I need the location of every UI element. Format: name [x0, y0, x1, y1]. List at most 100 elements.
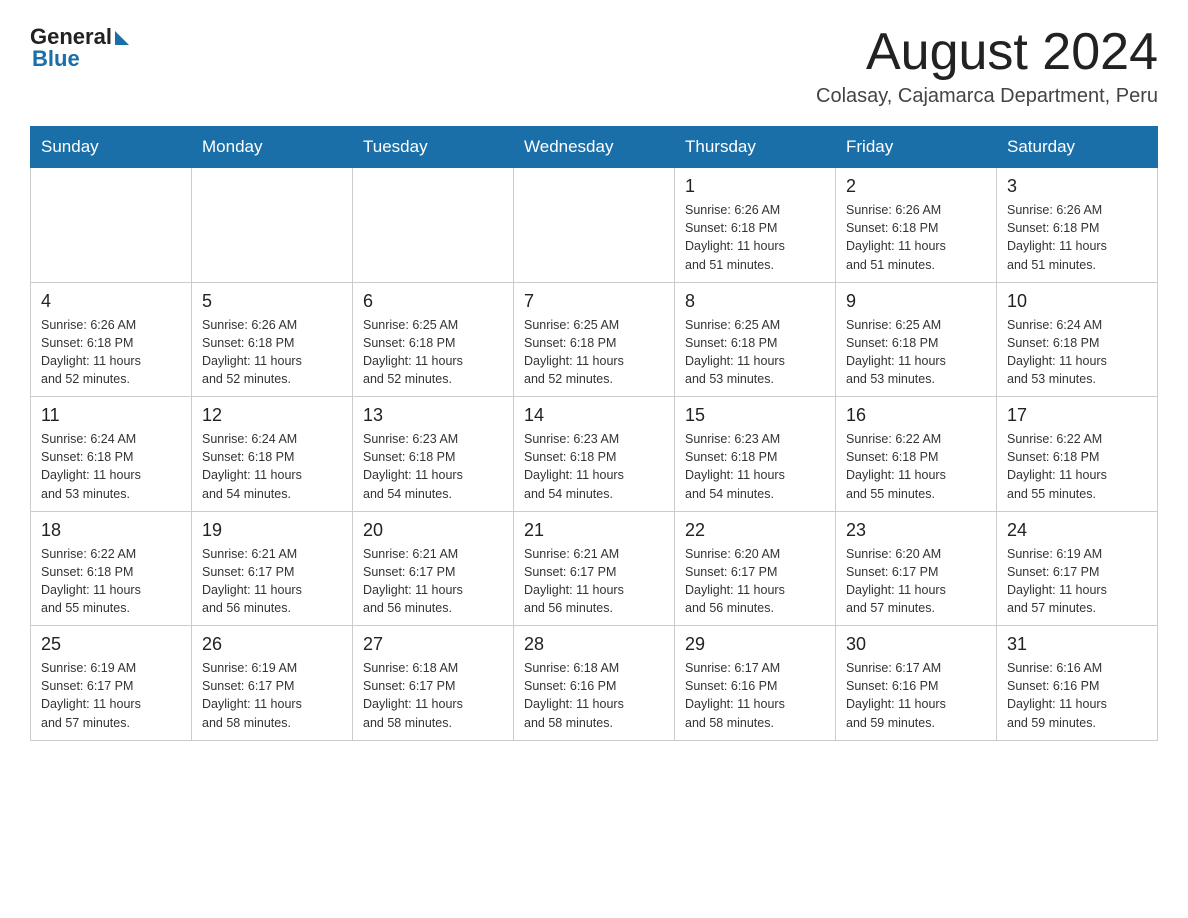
calendar-week-1: 1 Sunrise: 6:26 AMSunset: 6:18 PMDaylight… — [31, 168, 1158, 283]
calendar-cell — [353, 168, 514, 283]
weekday-header-wednesday: Wednesday — [514, 127, 675, 168]
day-number: 12 — [202, 405, 342, 426]
day-info: Sunrise: 6:20 AMSunset: 6:17 PMDaylight:… — [685, 545, 825, 618]
calendar-cell: 25 Sunrise: 6:19 AMSunset: 6:17 PMDayligh… — [31, 626, 192, 741]
calendar-cell — [31, 168, 192, 283]
weekday-header-tuesday: Tuesday — [353, 127, 514, 168]
day-info: Sunrise: 6:25 AMSunset: 6:18 PMDaylight:… — [846, 316, 986, 389]
calendar-cell: 27 Sunrise: 6:18 AMSunset: 6:17 PMDayligh… — [353, 626, 514, 741]
calendar-cell: 11Sunrise: 6:24 AMSunset: 6:18 PMDayligh… — [31, 397, 192, 512]
day-info: Sunrise: 6:16 AMSunset: 6:16 PMDaylight:… — [1007, 659, 1147, 732]
day-info: Sunrise: 6:22 AMSunset: 6:18 PMDaylight:… — [846, 430, 986, 503]
title-area: August 2024 Colasay, Cajamarca Departmen… — [816, 24, 1158, 108]
calendar-cell: 12 Sunrise: 6:24 AMSunset: 6:18 PMDayligh… — [192, 397, 353, 512]
calendar-cell: 24 Sunrise: 6:19 AMSunset: 6:17 PMDayligh… — [997, 511, 1158, 626]
day-number: 1 — [685, 176, 825, 197]
day-number: 24 — [1007, 520, 1147, 541]
day-number: 25 — [41, 634, 181, 655]
day-info: Sunrise: 6:25 AMSunset: 6:18 PMDaylight:… — [685, 316, 825, 389]
day-number: 16 — [846, 405, 986, 426]
day-info: Sunrise: 6:19 AMSunset: 6:17 PMDaylight:… — [202, 659, 342, 732]
calendar-cell: 18Sunrise: 6:22 AMSunset: 6:18 PMDayligh… — [31, 511, 192, 626]
day-info: Sunrise: 6:21 AMSunset: 6:17 PMDaylight:… — [202, 545, 342, 618]
calendar-cell: 6 Sunrise: 6:25 AMSunset: 6:18 PMDaylight… — [353, 282, 514, 397]
day-number: 13 — [363, 405, 503, 426]
day-number: 10 — [1007, 291, 1147, 312]
calendar-cell: 9Sunrise: 6:25 AMSunset: 6:18 PMDaylight… — [836, 282, 997, 397]
day-number: 2 — [846, 176, 986, 197]
calendar-body: 1 Sunrise: 6:26 AMSunset: 6:18 PMDaylight… — [31, 168, 1158, 741]
day-number: 23 — [846, 520, 986, 541]
day-number: 5 — [202, 291, 342, 312]
calendar-week-3: 11Sunrise: 6:24 AMSunset: 6:18 PMDayligh… — [31, 397, 1158, 512]
day-info: Sunrise: 6:23 AMSunset: 6:18 PMDaylight:… — [685, 430, 825, 503]
day-number: 27 — [363, 634, 503, 655]
day-info: Sunrise: 6:24 AMSunset: 6:18 PMDaylight:… — [41, 430, 181, 503]
calendar-cell: 16 Sunrise: 6:22 AMSunset: 6:18 PMDayligh… — [836, 397, 997, 512]
day-info: Sunrise: 6:18 AMSunset: 6:17 PMDaylight:… — [363, 659, 503, 732]
day-number: 31 — [1007, 634, 1147, 655]
day-number: 14 — [524, 405, 664, 426]
weekday-header-sunday: Sunday — [31, 127, 192, 168]
calendar-cell: 31 Sunrise: 6:16 AMSunset: 6:16 PMDayligh… — [997, 626, 1158, 741]
calendar-cell: 3Sunrise: 6:26 AMSunset: 6:18 PMDaylight… — [997, 168, 1158, 283]
day-info: Sunrise: 6:26 AMSunset: 6:18 PMDaylight:… — [41, 316, 181, 389]
day-number: 20 — [363, 520, 503, 541]
calendar-cell: 4Sunrise: 6:26 AMSunset: 6:18 PMDaylight… — [31, 282, 192, 397]
day-number: 22 — [685, 520, 825, 541]
day-info: Sunrise: 6:25 AMSunset: 6:18 PMDaylight:… — [524, 316, 664, 389]
day-info: Sunrise: 6:23 AMSunset: 6:18 PMDaylight:… — [363, 430, 503, 503]
calendar-header: SundayMondayTuesdayWednesdayThursdayFrid… — [31, 127, 1158, 168]
day-info: Sunrise: 6:17 AMSunset: 6:16 PMDaylight:… — [685, 659, 825, 732]
logo: General Blue — [30, 24, 129, 72]
day-number: 8 — [685, 291, 825, 312]
calendar-cell: 7Sunrise: 6:25 AMSunset: 6:18 PMDaylight… — [514, 282, 675, 397]
day-info: Sunrise: 6:21 AMSunset: 6:17 PMDaylight:… — [524, 545, 664, 618]
calendar-cell: 2 Sunrise: 6:26 AMSunset: 6:18 PMDaylight… — [836, 168, 997, 283]
day-number: 29 — [685, 634, 825, 655]
day-info: Sunrise: 6:19 AMSunset: 6:17 PMDaylight:… — [41, 659, 181, 732]
weekday-header-friday: Friday — [836, 127, 997, 168]
calendar-subtitle: Colasay, Cajamarca Department, Peru — [816, 85, 1158, 108]
calendar-cell: 21Sunrise: 6:21 AMSunset: 6:17 PMDayligh… — [514, 511, 675, 626]
day-info: Sunrise: 6:24 AMSunset: 6:18 PMDaylight:… — [202, 430, 342, 503]
day-number: 30 — [846, 634, 986, 655]
calendar-cell: 26 Sunrise: 6:19 AMSunset: 6:17 PMDayligh… — [192, 626, 353, 741]
calendar-cell: 28Sunrise: 6:18 AMSunset: 6:16 PMDayligh… — [514, 626, 675, 741]
calendar-cell: 15Sunrise: 6:23 AMSunset: 6:18 PMDayligh… — [675, 397, 836, 512]
weekday-header-monday: Monday — [192, 127, 353, 168]
calendar-title: August 2024 — [816, 24, 1158, 81]
day-info: Sunrise: 6:22 AMSunset: 6:18 PMDaylight:… — [41, 545, 181, 618]
day-number: 28 — [524, 634, 664, 655]
calendar-cell: 17Sunrise: 6:22 AMSunset: 6:18 PMDayligh… — [997, 397, 1158, 512]
day-info: Sunrise: 6:26 AMSunset: 6:18 PMDaylight:… — [202, 316, 342, 389]
day-info: Sunrise: 6:26 AMSunset: 6:18 PMDaylight:… — [846, 201, 986, 274]
calendar-cell: 5 Sunrise: 6:26 AMSunset: 6:18 PMDaylight… — [192, 282, 353, 397]
calendar-cell: 29 Sunrise: 6:17 AMSunset: 6:16 PMDayligh… — [675, 626, 836, 741]
day-info: Sunrise: 6:20 AMSunset: 6:17 PMDaylight:… — [846, 545, 986, 618]
weekday-header-row: SundayMondayTuesdayWednesdayThursdayFrid… — [31, 127, 1158, 168]
calendar-cell: 19 Sunrise: 6:21 AMSunset: 6:17 PMDayligh… — [192, 511, 353, 626]
day-info: Sunrise: 6:17 AMSunset: 6:16 PMDaylight:… — [846, 659, 986, 732]
day-number: 6 — [363, 291, 503, 312]
logo-triangle-icon — [115, 31, 129, 45]
calendar-week-4: 18Sunrise: 6:22 AMSunset: 6:18 PMDayligh… — [31, 511, 1158, 626]
day-info: Sunrise: 6:26 AMSunset: 6:18 PMDaylight:… — [685, 201, 825, 274]
calendar-table: SundayMondayTuesdayWednesdayThursdayFrid… — [30, 126, 1158, 741]
calendar-week-2: 4Sunrise: 6:26 AMSunset: 6:18 PMDaylight… — [31, 282, 1158, 397]
calendar-cell: 14Sunrise: 6:23 AMSunset: 6:18 PMDayligh… — [514, 397, 675, 512]
day-info: Sunrise: 6:19 AMSunset: 6:17 PMDaylight:… — [1007, 545, 1147, 618]
calendar-cell: 8 Sunrise: 6:25 AMSunset: 6:18 PMDaylight… — [675, 282, 836, 397]
weekday-header-saturday: Saturday — [997, 127, 1158, 168]
day-info: Sunrise: 6:25 AMSunset: 6:18 PMDaylight:… — [363, 316, 503, 389]
day-number: 26 — [202, 634, 342, 655]
day-info: Sunrise: 6:21 AMSunset: 6:17 PMDaylight:… — [363, 545, 503, 618]
day-number: 17 — [1007, 405, 1147, 426]
day-info: Sunrise: 6:24 AMSunset: 6:18 PMDaylight:… — [1007, 316, 1147, 389]
day-number: 19 — [202, 520, 342, 541]
logo-blue-text: Blue — [32, 46, 80, 72]
calendar-cell: 20 Sunrise: 6:21 AMSunset: 6:17 PMDayligh… — [353, 511, 514, 626]
page-header: General Blue August 2024 Colasay, Cajama… — [30, 24, 1158, 108]
calendar-cell: 23 Sunrise: 6:20 AMSunset: 6:17 PMDayligh… — [836, 511, 997, 626]
calendar-cell — [192, 168, 353, 283]
